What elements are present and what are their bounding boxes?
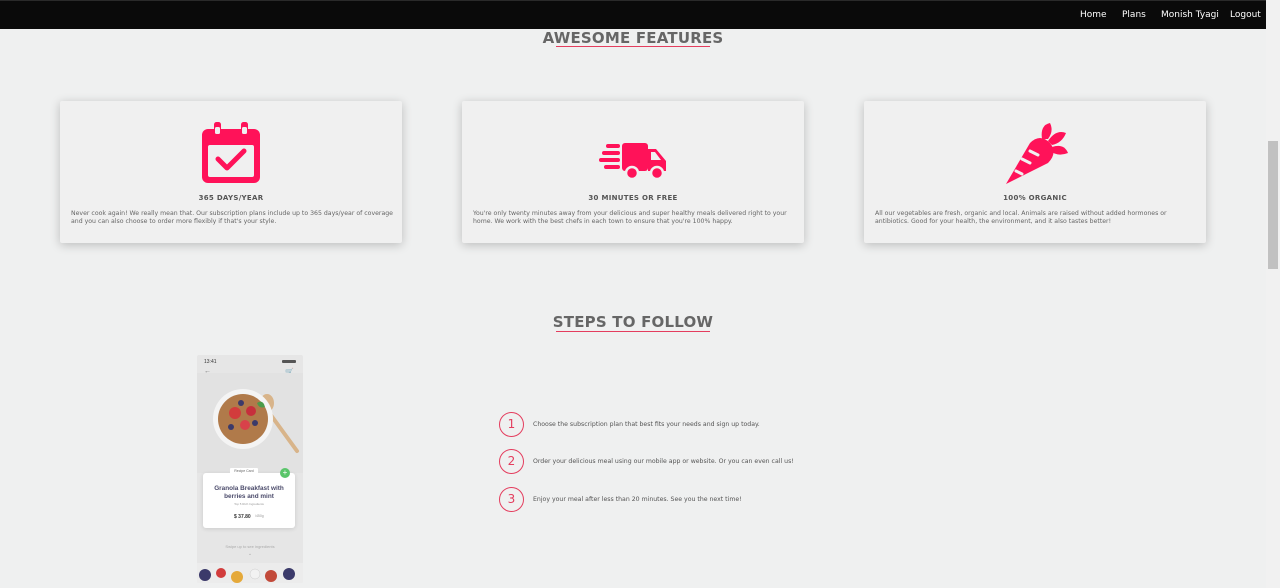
- carrot-icon: [1006, 123, 1068, 184]
- feature-card-text: All our vegetables are fresh, organic an…: [875, 210, 1167, 225]
- ingredients-image: [197, 563, 303, 583]
- steps-title: STEPS TO FOLLOW: [552, 313, 714, 331]
- steps-title-underline: [556, 331, 710, 332]
- calendar-check-icon: [202, 122, 260, 183]
- feature-card-title: 30 MINUTES OR FREE: [588, 194, 678, 202]
- feature-card-text: Never cook again! We really mean that. O…: [71, 210, 393, 225]
- phone-signal-icon: [282, 360, 296, 363]
- features-title: AWESOME FEATURES: [542, 29, 724, 47]
- swipe-hint: Swipe up to see ingredients: [225, 544, 275, 549]
- feature-card-title: 365 DAYS/YEAR: [198, 194, 264, 202]
- add-recipe-button[interactable]: +: [280, 468, 290, 478]
- feature-card-30-minutes: 30 MINUTES OR FREE You're only twenty mi…: [462, 101, 804, 243]
- feature-card-organic: 100% ORGANIC All our vegetables are fres…: [864, 101, 1206, 243]
- granola-bowl-image: [197, 373, 303, 473]
- recipe-price: $ 37.80: [234, 514, 251, 520]
- nav-logout-link[interactable]: Logout: [1230, 10, 1261, 20]
- scrollbar-thumb[interactable]: [1268, 141, 1278, 269]
- chevron-down-icon: ⌄: [247, 551, 253, 557]
- step-text-2: Order your delicious meal using our mobi…: [533, 458, 794, 465]
- phone-status-time: 13:41: [204, 359, 217, 365]
- feature-card-text: You're only twenty minutes away from you…: [473, 210, 787, 225]
- features-title-underline: [556, 46, 710, 47]
- step-text-3: Enjoy your meal after less than 20 minut…: [533, 496, 742, 503]
- step-number-1: 1: [499, 412, 524, 437]
- scrollbar-track[interactable]: [1266, 0, 1280, 588]
- app-phone-mockup: 13:41 ← 🛒 Recipe Card + Granola Breakfas…: [197, 355, 303, 583]
- top-navbar: Home Plans Monish Tyagi Logout: [0, 0, 1266, 29]
- recipe-name: Granola Breakfast with berries and mint: [214, 485, 284, 500]
- recipe-price-unit: /450g: [255, 514, 264, 518]
- step-number-3: 3: [499, 487, 524, 512]
- recipe-tag: Recipe Card: [230, 468, 258, 475]
- step-number-2: 2: [499, 449, 524, 474]
- nav-plans-link[interactable]: Plans: [1122, 10, 1146, 20]
- delivery-truck-icon: [599, 143, 666, 181]
- nav-user-link[interactable]: Monish Tyagi: [1161, 10, 1219, 20]
- feature-card-365-days: 365 DAYS/YEAR Never cook again! We reall…: [60, 101, 402, 243]
- recipe-subtitle: Top 5 Rich Ingredients: [234, 502, 264, 506]
- step-text-1: Choose the subscription plan that best f…: [533, 421, 760, 428]
- feature-card-title: 100% ORGANIC: [1003, 194, 1067, 202]
- nav-home-link[interactable]: Home: [1080, 10, 1107, 20]
